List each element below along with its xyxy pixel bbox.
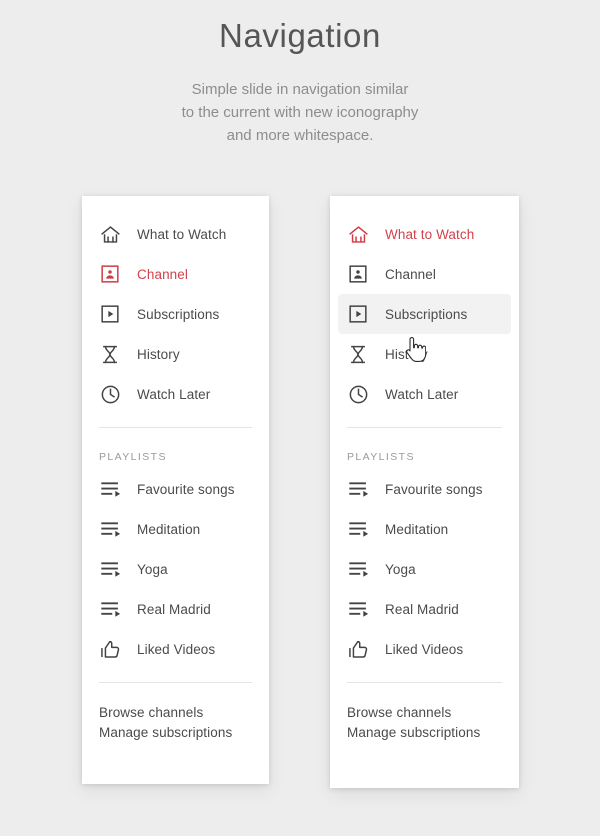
divider — [99, 682, 252, 683]
nav-item-watch-later[interactable]: Watch Later — [90, 374, 261, 414]
divider — [347, 427, 502, 428]
footer-link-browse-channels[interactable]: Browse channels — [99, 703, 269, 723]
nav-panel-left: What to Watch Channel Subscriptions History… — [82, 196, 269, 784]
nav-group-main: What to Watch Channel Subscriptions History… — [330, 214, 519, 414]
nav-item-label: Channel — [137, 266, 188, 282]
subscriptions-icon — [99, 303, 121, 325]
nav-item-label: Yoga — [137, 561, 168, 577]
nav-item-channel[interactable]: Channel — [90, 254, 261, 294]
hourglass-icon — [347, 343, 369, 365]
nav-item-liked-videos[interactable]: Liked Videos — [338, 629, 511, 669]
subscriptions-icon — [347, 303, 369, 325]
playlist-icon — [347, 518, 369, 540]
nav-item-subscriptions[interactable]: Subscriptions — [338, 294, 511, 334]
divider — [99, 427, 252, 428]
nav-item-history[interactable]: History — [90, 334, 261, 374]
playlist-icon — [347, 478, 369, 500]
playlist-icon — [99, 598, 121, 620]
home-icon — [99, 223, 121, 245]
nav-item-label: Watch Later — [385, 386, 459, 402]
playlist-icon — [99, 518, 121, 540]
playlist-icon — [99, 558, 121, 580]
panel-footer: Browse channels Manage subscriptions — [347, 703, 519, 743]
header: Navigation Simple slide in navigation si… — [0, 0, 600, 147]
nav-item-channel[interactable]: Channel — [338, 254, 511, 294]
nav-item-favourite-songs[interactable]: Favourite songs — [338, 469, 511, 509]
nav-item-subscriptions[interactable]: Subscriptions — [90, 294, 261, 334]
nav-item-label: What to Watch — [137, 226, 227, 242]
hourglass-icon — [99, 343, 121, 365]
nav-item-real-madrid[interactable]: Real Madrid — [90, 589, 261, 629]
playlist-icon — [347, 598, 369, 620]
nav-item-label: Meditation — [385, 521, 449, 537]
nav-item-meditation[interactable]: Meditation — [338, 509, 511, 549]
nav-item-label: Watch Later — [137, 386, 211, 402]
nav-item-liked-videos[interactable]: Liked Videos — [90, 629, 261, 669]
nav-item-label: Meditation — [137, 521, 201, 537]
section-label-playlists: PLAYLISTS — [347, 451, 415, 463]
nav-item-what-to-watch[interactable]: What to Watch — [338, 214, 511, 254]
nav-item-label: Favourite songs — [385, 481, 483, 497]
navigation-mockup: Navigation Simple slide in navigation si… — [0, 0, 600, 836]
nav-item-what-to-watch[interactable]: What to Watch — [90, 214, 261, 254]
section-label-playlists: PLAYLISTS — [99, 451, 167, 463]
playlist-icon — [347, 558, 369, 580]
playlist-icon — [99, 478, 121, 500]
nav-item-label: Liked Videos — [385, 641, 464, 657]
nav-item-favourite-songs[interactable]: Favourite songs — [90, 469, 261, 509]
subtitle-line-1: Simple slide in navigation similar — [191, 81, 409, 98]
footer-link-browse-channels[interactable]: Browse channels — [347, 703, 519, 723]
thumbs-up-icon — [99, 638, 121, 660]
nav-item-watch-later[interactable]: Watch Later — [338, 374, 511, 414]
nav-item-label: Subscriptions — [385, 306, 468, 322]
channel-icon — [347, 263, 369, 285]
home-icon — [347, 223, 369, 245]
clock-icon — [99, 383, 121, 405]
nav-group-playlists: Favourite songs Meditation Yoga Real Madrid… — [82, 469, 269, 669]
nav-item-meditation[interactable]: Meditation — [90, 509, 261, 549]
panel-footer: Browse channels Manage subscriptions — [99, 703, 269, 743]
thumbs-up-icon — [347, 638, 369, 660]
nav-item-yoga[interactable]: Yoga — [338, 549, 511, 589]
footer-link-manage-subscriptions[interactable]: Manage subscriptions — [347, 723, 519, 743]
nav-item-label: Subscriptions — [137, 306, 220, 322]
nav-item-label: Channel — [385, 266, 436, 282]
nav-group-playlists: Favourite songs Meditation Yoga Real Madrid… — [330, 469, 519, 669]
nav-item-label: What to Watch — [385, 226, 475, 242]
nav-item-yoga[interactable]: Yoga — [90, 549, 261, 589]
nav-group-main: What to Watch Channel Subscriptions History… — [82, 214, 269, 414]
divider — [347, 682, 502, 683]
subtitle-line-2: to the current with new iconography — [181, 104, 419, 121]
nav-item-real-madrid[interactable]: Real Madrid — [338, 589, 511, 629]
page-title: Navigation — [219, 17, 381, 54]
nav-panel-right: What to Watch Channel Subscriptions History… — [330, 196, 519, 788]
subtitle-line-3: and more whitespace. — [226, 127, 374, 144]
channel-icon — [99, 263, 121, 285]
nav-item-label: Yoga — [385, 561, 416, 577]
nav-item-label: Liked Videos — [137, 641, 216, 657]
nav-item-label: Real Madrid — [385, 601, 459, 617]
nav-item-label: Favourite songs — [137, 481, 235, 497]
pointing-hand-cursor — [404, 337, 427, 363]
nav-item-label: History — [137, 346, 180, 362]
nav-item-label: Real Madrid — [137, 601, 211, 617]
clock-icon — [347, 383, 369, 405]
page-subtitle: Simple slide in navigation similar to th… — [0, 78, 600, 147]
footer-link-manage-subscriptions[interactable]: Manage subscriptions — [99, 723, 269, 743]
